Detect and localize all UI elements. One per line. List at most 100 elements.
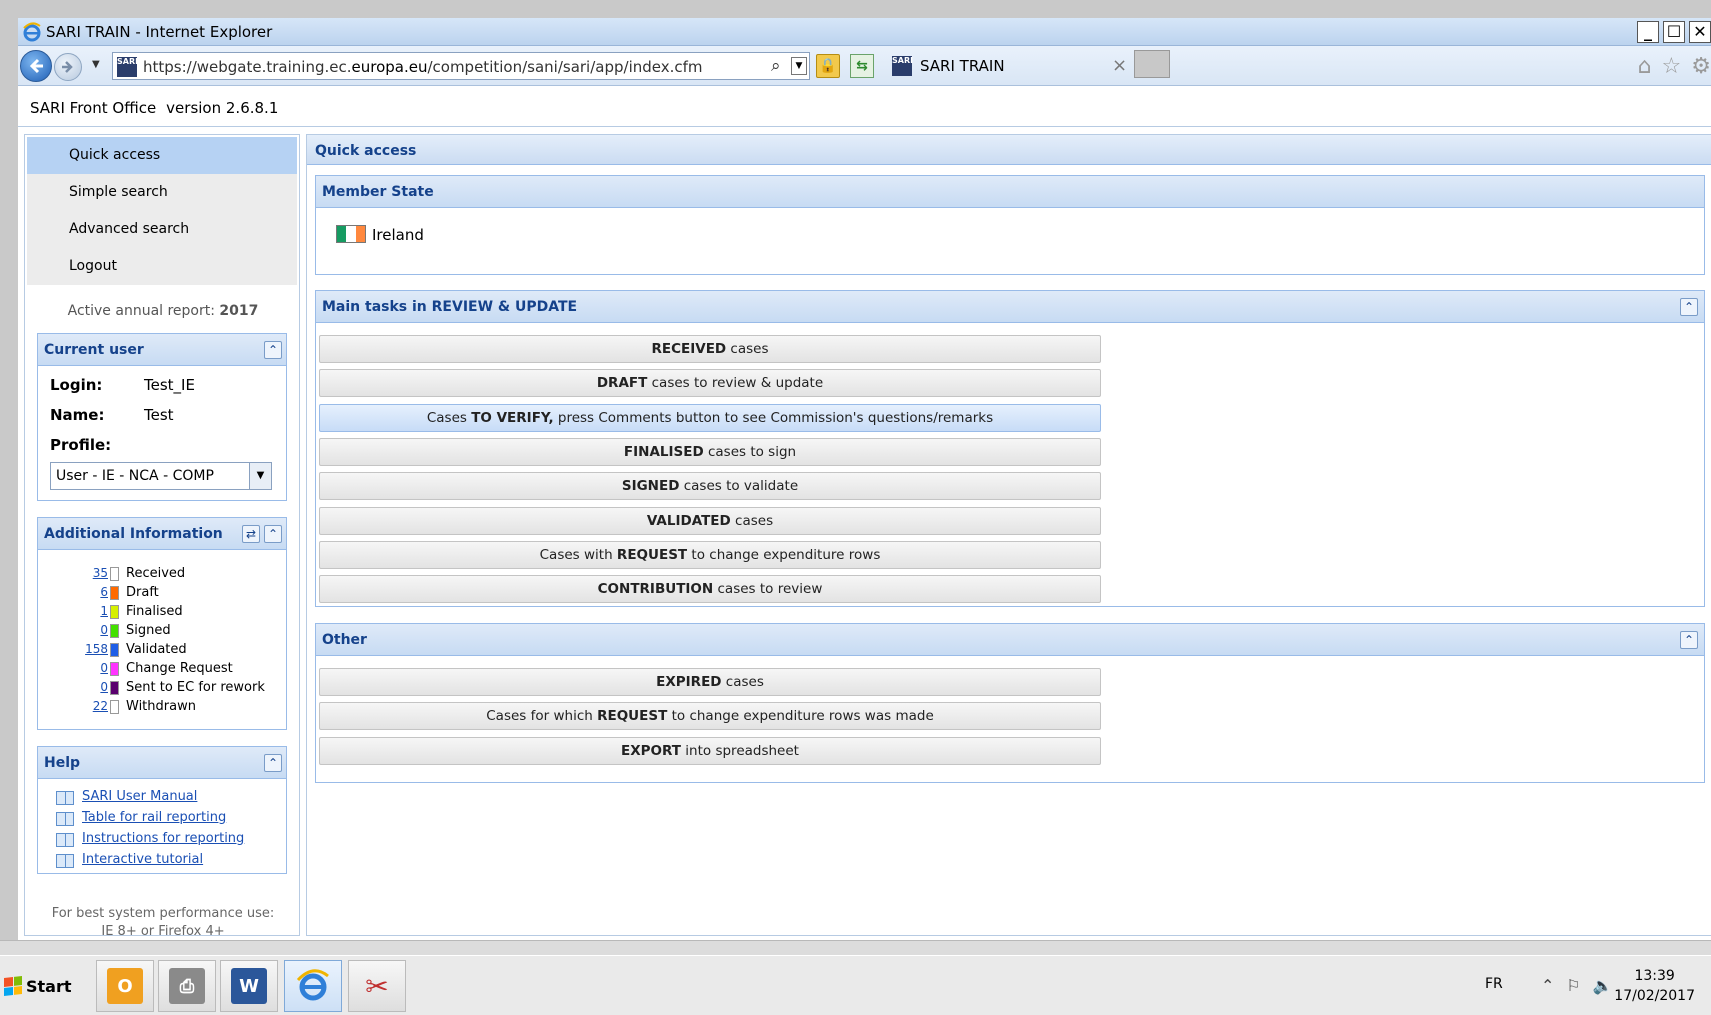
- task-button[interactable]: RECEIVED cases: [319, 335, 1101, 363]
- status-count-link[interactable]: 0: [100, 623, 108, 637]
- collapse-icon[interactable]: ⌃: [1680, 298, 1698, 316]
- history-dropdown-icon[interactable]: ▼: [92, 59, 100, 70]
- volume-icon[interactable]: 🔈: [1593, 976, 1613, 995]
- forward-arrow-icon: [62, 61, 73, 73]
- taskbar-printer[interactable]: ⎙: [158, 960, 216, 1012]
- back-arrow-icon: [29, 58, 43, 74]
- status-label: Received: [126, 566, 186, 581]
- printer-icon: ⎙: [169, 968, 205, 1004]
- book-icon: [56, 812, 74, 826]
- help-link-rail-table[interactable]: Table for rail reporting: [82, 810, 226, 825]
- status-count-link[interactable]: 6: [100, 585, 108, 599]
- main-tasks-section: Main tasks in REVIEW & UPDATE ⌃ RECEIVED…: [315, 290, 1705, 607]
- home-icon[interactable]: ⌂: [1638, 54, 1652, 79]
- status-color-swatch: [110, 567, 119, 581]
- clock-date: 17/02/2017: [1614, 988, 1695, 1004]
- forward-button[interactable]: [54, 53, 82, 81]
- address-bar: ▼ SARI https://webgate.training.ec.europ…: [18, 46, 1711, 86]
- other-header: Other ⌃: [316, 624, 1704, 656]
- status-count-link[interactable]: 0: [100, 661, 108, 675]
- language-indicator[interactable]: FR: [1485, 976, 1503, 992]
- task-button[interactable]: VALIDATED cases: [319, 506, 1101, 535]
- show-hidden-icons-icon[interactable]: ⌃: [1541, 976, 1554, 995]
- url-text: https://webgate.training.ec.europa.eu/co…: [143, 58, 703, 76]
- nav-advanced-search[interactable]: Advanced search: [27, 211, 297, 248]
- refresh-icon[interactable]: ⇆: [850, 54, 874, 78]
- settings-gear-icon[interactable]: ⚙: [1691, 54, 1711, 79]
- back-button[interactable]: [20, 50, 52, 82]
- status-count-link[interactable]: 35: [93, 566, 108, 580]
- task-button[interactable]: Cases with REQUEST to change expenditure…: [319, 540, 1101, 569]
- status-count-link[interactable]: 0: [100, 680, 108, 694]
- active-annual-report: Active annual report: 2017: [67, 303, 259, 319]
- clock-time: 13:39: [1634, 968, 1675, 984]
- action-center-flag-icon[interactable]: ⚐: [1566, 976, 1580, 995]
- taskbar-word[interactable]: W: [220, 960, 278, 1012]
- task-button[interactable]: SIGNED cases to validate: [319, 472, 1101, 501]
- tab-favicon-icon: SARI: [892, 56, 913, 76]
- profile-select[interactable]: User - IE - NCA - COMP ▼: [50, 462, 272, 490]
- status-label: Sent to EC for rework: [126, 680, 265, 695]
- task-button[interactable]: EXPIRED cases: [319, 668, 1101, 696]
- favorites-star-icon[interactable]: ☆: [1662, 54, 1682, 79]
- additional-info-title: Additional Information: [44, 526, 223, 542]
- task-button[interactable]: Cases for which REQUEST to change expend…: [319, 702, 1101, 731]
- collapse-icon[interactable]: ⌃: [264, 754, 282, 772]
- title-bar: SARI TRAIN - Internet Explorer _ ☐ ✕: [18, 18, 1711, 46]
- status-count-row: 35 Received: [38, 566, 286, 585]
- member-state-title: Member State: [322, 184, 434, 200]
- close-window-button[interactable]: ✕: [1689, 21, 1711, 43]
- clock[interactable]: 13:39 17/02/2017: [1614, 966, 1695, 1006]
- task-button[interactable]: EXPORT into spreadsheet: [319, 736, 1101, 765]
- task-button[interactable]: Cases TO VERIFY, press Comments button t…: [319, 403, 1101, 432]
- collapse-icon[interactable]: ⌃: [1680, 631, 1698, 649]
- window-title: SARI TRAIN - Internet Explorer: [46, 23, 273, 41]
- tab-close-icon[interactable]: ×: [1112, 55, 1127, 76]
- start-button[interactable]: Start: [4, 966, 72, 1006]
- new-tab-button[interactable]: [1134, 50, 1170, 78]
- url-field[interactable]: SARI https://webgate.training.ec.europa.…: [112, 52, 810, 80]
- browser-tab[interactable]: SARI SARI TRAIN ×: [888, 52, 1127, 80]
- collapse-icon[interactable]: ⌃: [264, 341, 282, 359]
- refresh-panel-icon[interactable]: ⇄: [242, 525, 260, 543]
- ie-logo-icon: [23, 22, 41, 42]
- help-link-tutorial[interactable]: Interactive tutorial: [82, 852, 203, 867]
- window-controls: _ ☐ ✕: [1637, 21, 1711, 43]
- current-user-panel: Current user ⌃ Login: Test_IE Name: Test P…: [37, 333, 287, 501]
- task-button[interactable]: DRAFT cases to review & update: [319, 369, 1101, 398]
- nav-simple-search[interactable]: Simple search: [27, 174, 297, 211]
- nav-quick-access[interactable]: Quick access: [27, 137, 297, 174]
- status-color-swatch: [110, 605, 119, 619]
- status-count-link[interactable]: 1: [100, 604, 108, 618]
- search-icon[interactable]: ⌕: [771, 56, 781, 76]
- status-count-row: 22 Withdrawn: [38, 699, 286, 718]
- best-performance-note: For best system performance use: IE 8+ o…: [51, 906, 275, 939]
- status-color-swatch: [110, 662, 119, 676]
- profile-select-value: User - IE - NCA - COMP: [56, 468, 214, 484]
- task-button[interactable]: CONTRIBUTION cases to review: [319, 575, 1101, 604]
- help-link-instructions[interactable]: Instructions for reporting: [82, 831, 244, 846]
- url-dropdown-icon[interactable]: ▼: [791, 57, 807, 75]
- taskbar-internet-explorer[interactable]: [284, 960, 342, 1012]
- nav-logout[interactable]: Logout: [27, 248, 297, 285]
- main-tasks-header: Main tasks in REVIEW & UPDATE ⌃: [316, 291, 1704, 323]
- chevron-down-icon[interactable]: ▼: [249, 463, 271, 489]
- status-count-row: 0 Change Request: [38, 661, 286, 680]
- taskbar-outlook[interactable]: O: [96, 960, 154, 1012]
- status-count-row: 158 Validated: [38, 642, 286, 661]
- additional-info-header: Additional Information ⇄ ⌃: [38, 518, 286, 550]
- help-title: Help: [44, 755, 81, 771]
- status-count-link[interactable]: 158: [85, 642, 108, 656]
- tray-icons: ⌃ ⚐ 🔈: [1541, 976, 1613, 995]
- maximize-button[interactable]: ☐: [1663, 21, 1685, 43]
- sidebar: Quick access Simple search Advanced sear…: [24, 134, 300, 939]
- minimize-button[interactable]: _: [1637, 21, 1659, 43]
- browser-toolbar-right: ⌂ ☆ ⚙: [1638, 54, 1711, 79]
- status-count-link[interactable]: 22: [93, 699, 108, 713]
- taskbar-snipping-tool[interactable]: ✂: [348, 960, 406, 1012]
- help-link-user-manual[interactable]: SARI User Manual: [82, 789, 197, 804]
- lock-icon[interactable]: 🔒: [816, 54, 840, 78]
- status-label: Draft: [126, 585, 159, 600]
- collapse-icon[interactable]: ⌃: [264, 525, 282, 543]
- task-button[interactable]: FINALISED cases to sign: [319, 437, 1101, 466]
